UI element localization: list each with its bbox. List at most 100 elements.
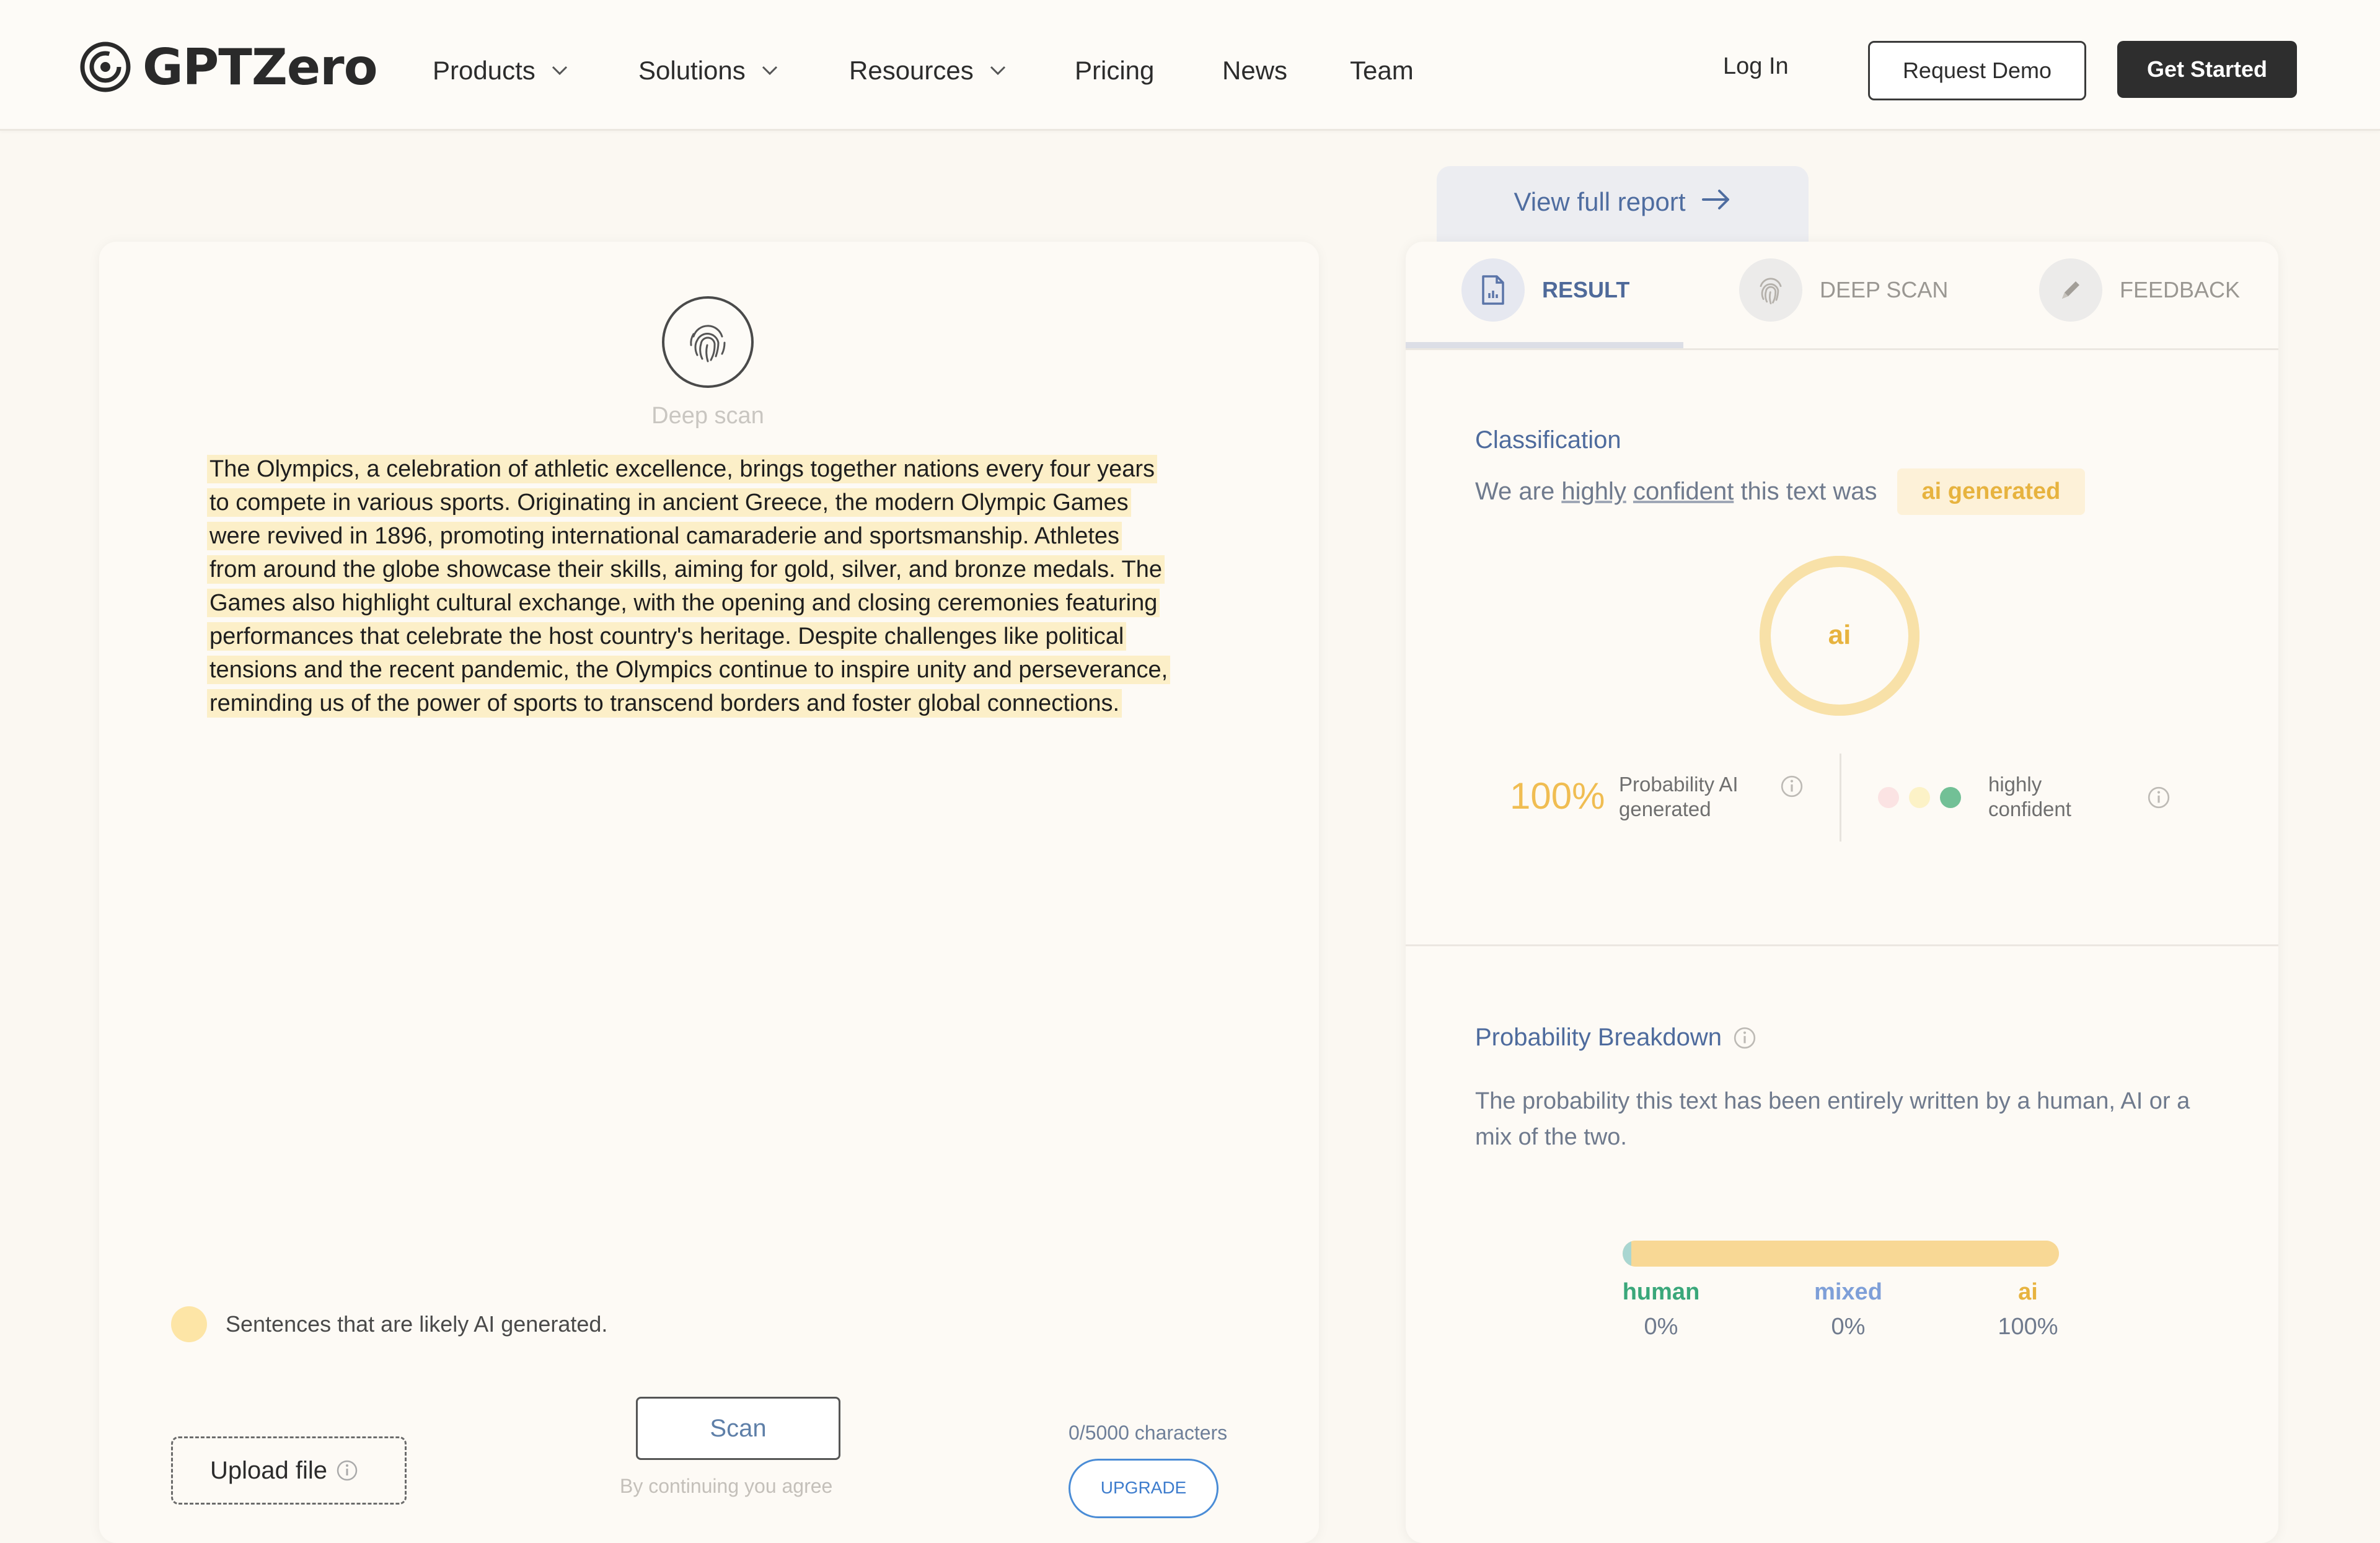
fingerprint-icon [690,325,726,363]
nav-resources[interactable]: Resources [849,53,1006,88]
probability-label-line: generated [1619,798,1711,820]
chevron-down-icon [552,66,567,76]
breakdown-label-ai: ai [2018,1279,2038,1305]
breakdown-bar-ai [1631,1241,2059,1267]
confidence-label: highly confident [1988,772,2071,822]
arrow-right-icon [1701,190,1729,209]
breakdown-value-human: 0% [1644,1314,1678,1340]
deep-scan-button[interactable] [662,296,754,388]
ai-sentence-legend: Sentences that are likely AI generated. [171,1306,607,1342]
breakdown-label-human: human [1622,1279,1700,1305]
highly-term-link[interactable]: highly [1561,478,1626,506]
breakdown-header: Probability Breakdown [1475,1024,1756,1052]
essay-line: performances that celebrate the host cou… [207,620,1223,653]
probability-label-line: Probability AI [1619,773,1739,796]
breakdown-title: Probability Breakdown [1475,1024,1722,1051]
tab-label: DEEP SCAN [1820,277,1949,302]
breakdown-bar [1623,1241,2059,1267]
tab-label: RESULT [1542,277,1630,302]
essay-line: to compete in various sports. Originatin… [207,486,1223,519]
scan-button[interactable]: Scan [636,1397,840,1460]
tab-feedback[interactable]: FEEDBACK [2039,258,2240,322]
highlighted-sentence: to compete in various sports. Originatin… [207,488,1131,517]
text-input-panel [99,242,1319,1543]
confident-term-link[interactable]: confident [1633,478,1734,506]
essay-line: The Olympics, a celebration of athletic … [207,452,1223,486]
ai-generated-badge: ai generated [1897,468,2086,515]
active-tab-indicator [1406,342,1683,348]
highlighted-sentence: tensions and the recent pandemic, the Ol… [207,656,1171,684]
request-demo-button[interactable]: Request Demo [1868,41,2086,100]
get-started-button[interactable]: Get Started [2117,41,2297,98]
confidence-dot-high [1940,787,1961,808]
confidence-dot-low [1878,787,1899,808]
logo-text: GPTZero [143,38,378,96]
essay-line: tensions and the recent pandemic, the Ol… [207,653,1223,687]
nav-label: Resources [849,56,974,85]
breakdown-description: The probability this text has been entir… [1475,1088,2190,1150]
probability-label: Probability AI generated [1619,772,1780,822]
input-text-area[interactable]: The Olympics, a celebration of athletic … [207,452,1223,720]
nav-solutions[interactable]: Solutions [638,53,778,88]
document-chart-icon [1482,275,1504,305]
nav-label: Pricing [1075,56,1155,85]
essay-line: Games also highlight cultural exchange, … [207,586,1223,620]
upgrade-button[interactable]: UPGRADE [1069,1459,1219,1518]
nav-news[interactable]: News [1222,53,1287,88]
view-report-label: View full report [1514,187,1686,216]
essay-line: were revived in 1896, promoting internat… [207,519,1223,553]
classification-sentence: We are highly confident this text was ai… [1475,468,2086,515]
essay-line: reminding us of the power of sports to t… [207,687,1223,720]
tab-deep-scan[interactable]: DEEP SCAN [1739,258,1948,322]
nav-label: Products [433,56,536,85]
nav-team[interactable]: Team [1350,53,1414,88]
tab-result[interactable]: RESULT [1461,258,1629,322]
highlighted-sentence: performances that celebrate the host cou… [207,622,1127,651]
classification-title: Classification [1475,426,1621,454]
class-prefix: We are [1475,478,1555,505]
nav-label: Solutions [638,56,746,85]
fingerprint-icon [1760,278,1782,305]
breakdown-label-mixed: mixed [1814,1279,1882,1305]
info-icon[interactable] [336,1459,358,1482]
tab-label: FEEDBACK [2120,277,2241,302]
highlighted-sentence: Games also highlight cultural exchange, … [207,589,1160,617]
view-full-report-button[interactable]: View full report [1437,166,1809,247]
info-icon[interactable] [1780,775,1804,798]
chevron-down-icon [762,66,777,76]
ai-probability-value: 100% [1510,775,1605,817]
login-link[interactable]: Log In [1723,53,1789,80]
top-nav-bar: GPTZero Products Solutions Resources Pri… [0,0,2380,131]
tab-icon-wrap [1739,258,1802,322]
terms-notice: By continuing you agree [620,1475,833,1497]
info-icon[interactable] [2147,786,2171,809]
chevron-down-icon [990,66,1005,76]
ring-label: ai [1828,620,1851,650]
legend-text: Sentences that are likely AI generated. [226,1311,608,1337]
nav-label: News [1222,56,1288,85]
confidence-label-line: highly [1988,773,2042,796]
nav-label: Team [1350,56,1414,85]
highlighted-sentence: from around the globe showcase their ski… [207,555,1165,584]
tab-icon-wrap [2039,258,2102,322]
tab-icon-wrap [1461,258,1525,322]
confidence-label-line: confident [1988,798,2071,820]
section-divider [1406,944,2278,946]
breakdown-value-ai: 100% [1998,1314,2058,1340]
info-icon[interactable] [1733,1026,1756,1050]
highlighted-sentence: The Olympics, a celebration of athletic … [207,455,1157,483]
legend-dot [171,1306,207,1342]
breakdown-bar-human [1623,1241,1631,1267]
class-mid: this text was [1740,478,1877,505]
gptzero-logo-icon [80,42,131,92]
deep-scan-label: Deep scan [651,403,764,429]
highlighted-sentence: reminding us of the power of sports to t… [207,689,1122,718]
pencil-icon [2062,281,2079,299]
nav-products[interactable]: Products [433,53,568,88]
stat-divider [1840,754,1841,842]
nav-pricing[interactable]: Pricing [1075,53,1154,88]
character-count: 0/5000 characters [1069,1422,1228,1444]
logo[interactable]: GPTZero [79,38,378,96]
upload-label: Upload file [210,1456,328,1484]
confidence-indicator [1878,787,1971,808]
